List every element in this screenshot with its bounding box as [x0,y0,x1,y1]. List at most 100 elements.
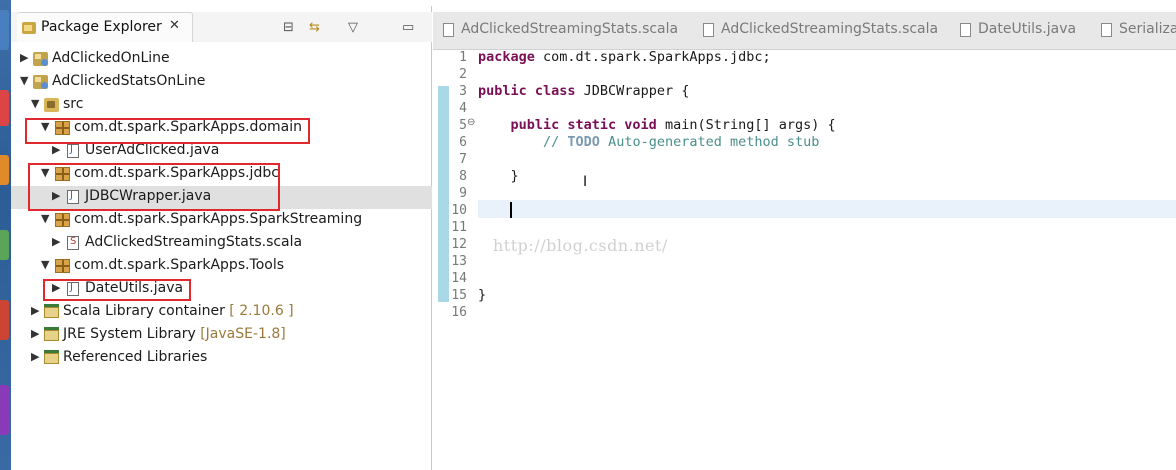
source-folder-icon [44,98,59,112]
tree-item-label: com.dt.spark.SparkApps.Tools [74,257,285,273]
tree-item-scala-library[interactable]: ▶ Scala Library container [ 2.10.6 ] [11,301,432,324]
minimize-icon[interactable]: ▭ [402,20,414,35]
desktop-launcher-icon[interactable] [0,385,9,435]
desktop-launcher-icon[interactable] [0,155,9,185]
desktop-launcher-icon[interactable] [0,300,9,340]
code-editor: AdClickedStreamingStats.scala AdClickedS… [433,0,1176,470]
line-number: 6 [459,135,467,150]
close-icon[interactable]: ✕ [169,18,180,33]
package-explorer-header: Package Explorer ✕ ⊟ ⇆ ▽ ▭ [11,12,432,42]
library-icon [44,327,59,341]
highlight-box [25,118,310,144]
line-number: 2 [459,67,467,82]
expand-icon[interactable]: ▶ [20,51,28,64]
desktop-launcher-icon[interactable] [0,10,9,50]
code-line: } [478,287,487,303]
highlight-box [43,279,191,301]
expand-icon[interactable]: ▶ [31,304,39,317]
tree-item-label: Referenced Libraries [63,349,208,365]
todo-tag: TODO [567,134,600,150]
comment: Auto-generated method stub [599,134,820,150]
java-file-icon [67,144,79,158]
view-title: Package Explorer [41,19,162,35]
collapse-icon[interactable]: ▼ [41,258,49,271]
collapse-icon[interactable]: ▼ [31,97,39,110]
keyword: public static void [510,117,657,133]
tab-package-explorer[interactable]: Package Explorer ✕ [17,12,193,42]
code-line: public class JDBCWrapper { [478,83,689,100]
comment: // [543,134,568,150]
code-text: main(String[] args) { [656,117,836,133]
collapse-icon[interactable]: ▼ [41,212,49,225]
tree-item-adclickedstatsonline[interactable]: ▼ AdClickedStatsOnLine [11,71,432,94]
tree-item-label: src [63,96,84,112]
editor-tab-label: AdClickedStreamingStats.scala [461,21,679,37]
code-line: } [478,168,519,184]
code-text-area[interactable]: package com.dt.spark.SparkApps.jdbc; pub… [478,49,1176,470]
expand-icon[interactable]: ▶ [31,327,39,340]
tree-item-label: Scala Library container [ 2.10.6 ] [63,303,294,319]
tree-item-label: JRE System Library [JavaSE-1.8] [63,326,286,342]
scala-file-icon [703,23,714,37]
code-line: public static void main(String[] args) { [478,117,836,134]
collapse-all-icon[interactable]: ⊟ [283,20,294,35]
editor-tab-bar: AdClickedStreamingStats.scala AdClickedS… [433,12,1176,50]
tree-item-adclickedstreamingstats[interactable]: ▶ AdClickedStreamingStats.scala [11,232,432,255]
editor-tab-label: DateUtils.java [978,21,1077,37]
tree-item-referenced-libraries[interactable]: ▶ Referenced Libraries [11,347,432,370]
fold-icon[interactable]: ⊖ [467,117,475,128]
tree-item-label: AdClickedStatsOnLine [52,73,206,89]
line-number: 11 [451,220,467,235]
desktop-launcher-icon[interactable] [0,90,9,126]
editor-tab[interactable]: AdClickedStreamingStats.scala [703,12,943,50]
package-icon [55,213,70,227]
line-number-gutter[interactable]: 1 2 3 4 5 ⊖ 6 7 8 9 10 11 12 13 14 15 16 [433,50,478,470]
code-text: com.dt.spark.SparkApps.jdbc; [534,49,771,65]
tree-item-label: UserAdClicked.java [85,142,220,158]
editor-tab[interactable]: DateUtils.java [960,12,1090,50]
highlight-box [28,163,280,211]
package-explorer-view: Package Explorer ✕ ⊟ ⇆ ▽ ▭ ▶ AdClickedOn… [11,6,432,470]
line-number: 15 [451,288,467,303]
line-number: 12 [451,237,467,252]
line-number: 5 [459,118,467,133]
line-number: 14 [451,271,467,286]
editor-tab-label: Serializa [1119,21,1176,37]
tree-item-adclickedonline[interactable]: ▶ AdClickedOnLine [11,48,432,71]
mouse-ibeam-cursor: Ι [583,174,588,190]
desktop-strip [0,0,11,470]
library-version: [JavaSE-1.8] [195,326,286,342]
project-icon [33,75,48,89]
code-text: JDBCWrapper { [575,83,690,99]
link-with-editor-icon[interactable]: ⇆ [309,20,320,35]
view-menu-icon[interactable]: ▽ [348,20,358,35]
collapse-icon[interactable]: ▼ [20,74,28,87]
tree-item-label: AdClickedStreamingStats.scala [85,234,303,250]
editor-tab[interactable]: AdClickedStreamingStats.scala [443,12,683,50]
java-file-icon [960,23,971,37]
line-number: 7 [459,152,467,167]
editor-tab[interactable]: Serializa [1101,12,1176,50]
tree-item-src[interactable]: ▼ src [11,94,432,117]
package-explorer-icon [22,22,36,34]
library-icon [44,304,59,318]
line-number: 16 [451,305,467,320]
expand-icon[interactable]: ▶ [31,350,39,363]
scala-file-icon [443,23,454,37]
scala-file-icon [67,236,79,250]
line-number: 1 [459,50,467,65]
line-number: 10 [451,203,467,218]
tree-item-label: AdClickedOnLine [52,50,170,66]
expand-icon[interactable]: ▶ [52,143,60,156]
tree-item-package-sparkstreaming[interactable]: ▼ com.dt.spark.SparkApps.SparkStreaming [11,209,432,232]
line-number: 4 [459,101,467,116]
desktop-launcher-icon[interactable] [0,230,9,260]
library-icon [44,350,59,364]
tree-item-jre-library[interactable]: ▶ JRE System Library [JavaSE-1.8] [11,324,432,347]
serialized-file-icon [1101,23,1112,37]
tree-item-package-tools[interactable]: ▼ com.dt.spark.SparkApps.Tools [11,255,432,278]
expand-icon[interactable]: ▶ [52,235,60,248]
keyword: package [478,49,535,65]
